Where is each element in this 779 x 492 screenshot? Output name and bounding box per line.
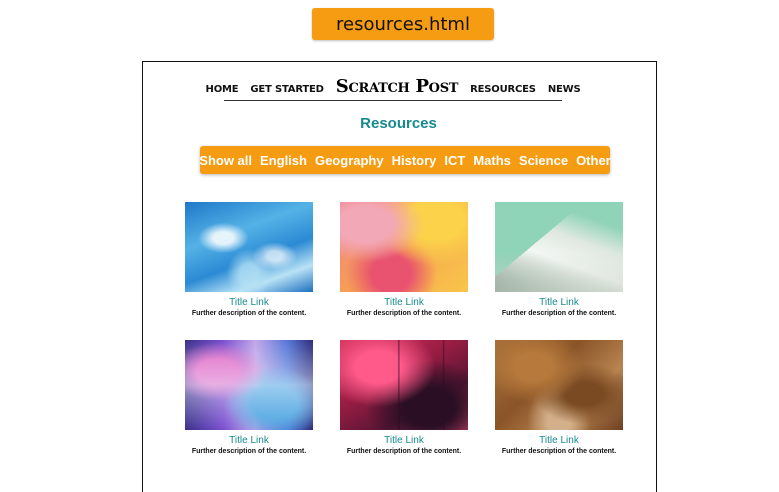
file-name-label: resources.html — [312, 8, 494, 40]
card-title-link[interactable]: Title Link — [495, 297, 623, 308]
filter-science[interactable]: Science — [519, 153, 568, 168]
resource-card: Title Link Further description of the co… — [495, 340, 623, 455]
filter-geography[interactable]: Geography — [315, 153, 384, 168]
filter-show-all[interactable]: Show all — [199, 153, 252, 168]
filter-maths[interactable]: Maths — [473, 153, 511, 168]
card-title-link[interactable]: Title Link — [495, 435, 623, 446]
card-title-link[interactable]: Title Link — [185, 297, 313, 308]
card-description: Further description of the content. — [191, 310, 307, 317]
watercolor-thumbnail[interactable] — [340, 202, 468, 292]
card-description: Further description of the content. — [191, 448, 307, 455]
card-description: Further description of the content. — [501, 310, 617, 317]
resource-card: Title Link Further description of the co… — [185, 340, 313, 455]
nav-home-link[interactable]: HOME — [206, 84, 239, 95]
card-title-link[interactable]: Title Link — [340, 435, 468, 446]
filter-english[interactable]: English — [260, 153, 307, 168]
filter-ict[interactable]: ICT — [444, 153, 465, 168]
page-title: Resources — [360, 115, 437, 132]
nav-news-link[interactable]: NEWS — [548, 84, 581, 95]
ocean-waves-thumbnail[interactable] — [185, 202, 313, 292]
resource-card: Title Link Further description of the co… — [340, 202, 468, 317]
card-description: Further description of the content. — [346, 448, 462, 455]
crumpled-paper-thumbnail[interactable] — [495, 340, 623, 430]
filter-bar: Show all English Geography History ICT M… — [199, 146, 611, 174]
card-description: Further description of the content. — [346, 310, 462, 317]
resource-card: Title Link Further description of the co… — [185, 202, 313, 317]
card-title-link[interactable]: Title Link — [185, 435, 313, 446]
filter-history[interactable]: History — [392, 153, 437, 168]
mountain-thumbnail[interactable] — [495, 202, 623, 292]
resource-card: Title Link Further description of the co… — [495, 202, 623, 317]
nav-resources-link[interactable]: RESOURCES — [470, 84, 536, 95]
nav-get-started-link[interactable]: GET STARTED — [250, 84, 324, 95]
filter-other[interactable]: Other — [576, 153, 611, 168]
card-description: Further description of the content. — [501, 448, 617, 455]
site-logo[interactable]: Scratch Post — [336, 76, 459, 97]
abstract-paint-thumbnail[interactable] — [185, 340, 313, 430]
resource-card: Title Link Further description of the co… — [340, 340, 468, 455]
pink-texture-thumbnail[interactable] — [340, 340, 468, 430]
main-nav: HOME GET STARTED Scratch Post RESOURCES … — [206, 75, 581, 101]
card-title-link[interactable]: Title Link — [340, 297, 468, 308]
